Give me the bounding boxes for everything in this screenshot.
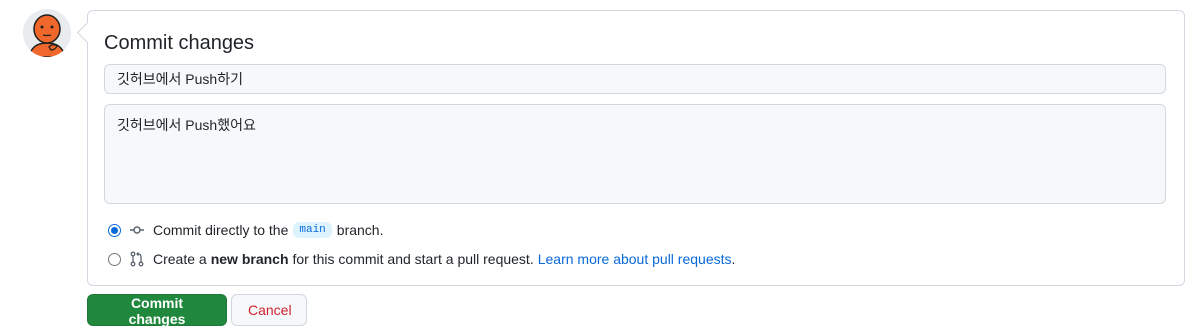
panel-caret: [76, 21, 99, 44]
panel-title: Commit changes: [104, 32, 255, 54]
option-new-branch-bold: new branch: [210, 251, 289, 267]
option-direct-suffix: branch.: [336, 222, 384, 238]
avatar-illustration: [23, 9, 71, 57]
branch-name-badge: main: [293, 222, 332, 238]
learn-more-pull-requests-link[interactable]: Learn more about pull requests: [538, 251, 732, 267]
commit-summary-input[interactable]: [104, 64, 1166, 94]
option-direct-prefix: Commit directly to the: [153, 222, 289, 238]
option-new-branch-suffix: for this commit and start a pull request…: [292, 251, 534, 267]
option-new-branch-prefix: Create a: [153, 251, 207, 267]
git-pull-request-icon: [129, 251, 145, 267]
link-suffix: .: [731, 251, 736, 267]
option-new-branch[interactable]: Create a new branch for this commit and …: [108, 251, 735, 267]
commit-changes-button[interactable]: Commit changes: [87, 294, 227, 327]
cancel-button[interactable]: Cancel: [231, 294, 307, 326]
commit-changes-panel: Commit changes 깃허브에서 Push했어요 Commit dire…: [76, 10, 1185, 286]
radio-commit-directly[interactable]: [108, 223, 121, 237]
option-commit-directly[interactable]: Commit directly to the main branch.: [108, 222, 383, 238]
git-commit-icon: [129, 222, 145, 238]
avatar[interactable]: [23, 9, 71, 57]
commit-description-textarea[interactable]: 깃허브에서 Push했어요: [104, 104, 1166, 204]
radio-new-branch[interactable]: [108, 252, 121, 266]
